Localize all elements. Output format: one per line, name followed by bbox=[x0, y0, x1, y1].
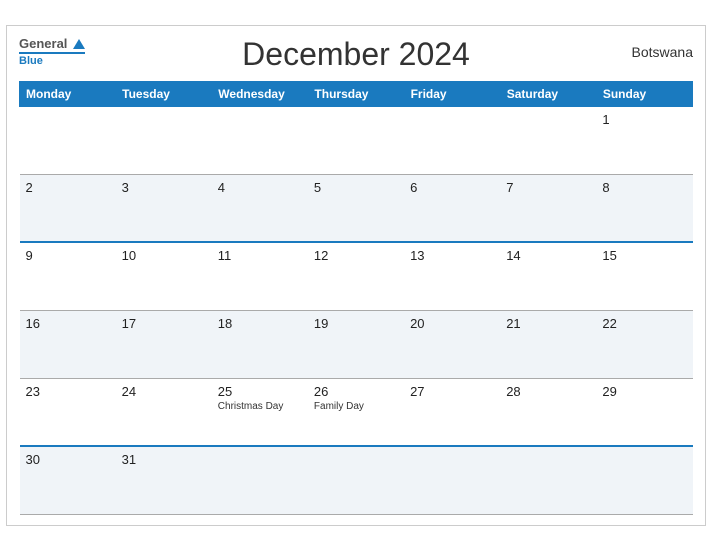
calendar-cell: 21 bbox=[500, 310, 596, 378]
day-number: 14 bbox=[506, 248, 590, 263]
calendar-cell: 3 bbox=[116, 174, 212, 242]
calendar-cell: 22 bbox=[596, 310, 692, 378]
calendar-row-0: 1 bbox=[20, 106, 693, 174]
event-label: Christmas Day bbox=[218, 401, 302, 412]
day-number: 30 bbox=[26, 452, 110, 467]
calendar-cell: 16 bbox=[20, 310, 116, 378]
day-number: 27 bbox=[410, 384, 494, 399]
calendar-cell: 23 bbox=[20, 378, 116, 446]
day-number: 31 bbox=[122, 452, 206, 467]
day-number: 15 bbox=[602, 248, 686, 263]
day-number: 26 bbox=[314, 384, 398, 399]
day-number: 18 bbox=[218, 316, 302, 331]
logo-blue-text: Blue bbox=[19, 52, 85, 68]
day-number: 7 bbox=[506, 180, 590, 195]
calendar-cell: 2 bbox=[20, 174, 116, 242]
day-number: 21 bbox=[506, 316, 590, 331]
calendar-cell: 15 bbox=[596, 242, 692, 310]
calendar-cell: 31 bbox=[116, 446, 212, 514]
day-number: 12 bbox=[314, 248, 398, 263]
calendar-cell bbox=[212, 446, 308, 514]
calendar-cell: 8 bbox=[596, 174, 692, 242]
day-number: 2 bbox=[26, 180, 110, 195]
day-number: 13 bbox=[410, 248, 494, 263]
calendar-body: 1234567891011121314151617181920212223242… bbox=[20, 106, 693, 514]
calendar-cell bbox=[116, 106, 212, 174]
day-number: 17 bbox=[122, 316, 206, 331]
calendar-cell: 1 bbox=[596, 106, 692, 174]
calendar-row-1: 2345678 bbox=[20, 174, 693, 242]
header-sunday: Sunday bbox=[596, 81, 692, 106]
calendar-cell: 26 Family Day bbox=[308, 378, 404, 446]
calendar-cell bbox=[308, 106, 404, 174]
day-number: 3 bbox=[122, 180, 206, 195]
country-label: Botswana bbox=[632, 44, 693, 60]
calendar-cell bbox=[20, 106, 116, 174]
calendar-cell: 14 bbox=[500, 242, 596, 310]
calendar-cell: 28 bbox=[500, 378, 596, 446]
day-number: 16 bbox=[26, 316, 110, 331]
day-number: 8 bbox=[602, 180, 686, 195]
calendar-cell: 12 bbox=[308, 242, 404, 310]
day-number: 10 bbox=[122, 248, 206, 263]
calendar-cell: 25 Christmas Day bbox=[212, 378, 308, 446]
day-number: 29 bbox=[602, 384, 686, 399]
day-number: 23 bbox=[26, 384, 110, 399]
calendar-cell: 9 bbox=[20, 242, 116, 310]
header-monday: Monday bbox=[20, 81, 116, 106]
calendar-row-2: 9 10 11 12 13 14 15 bbox=[20, 242, 693, 310]
day-number: 22 bbox=[602, 316, 686, 331]
calendar-cell: 10 bbox=[116, 242, 212, 310]
calendar-cell bbox=[596, 446, 692, 514]
calendar-cell: 19 bbox=[308, 310, 404, 378]
calendar-header: General Blue December 2024 Botswana bbox=[19, 36, 693, 73]
month-title: December 2024 bbox=[242, 36, 470, 73]
header-saturday: Saturday bbox=[500, 81, 596, 106]
day-number: 25 bbox=[218, 384, 302, 399]
calendar-cell: 24 bbox=[116, 378, 212, 446]
day-number: 20 bbox=[410, 316, 494, 331]
day-number: 11 bbox=[218, 248, 302, 263]
calendar-cell: 30 bbox=[20, 446, 116, 514]
day-number: 9 bbox=[26, 248, 110, 263]
day-number: 5 bbox=[314, 180, 398, 195]
calendar-cell: 7 bbox=[500, 174, 596, 242]
calendar-cell bbox=[308, 446, 404, 514]
calendar-cell: 27 bbox=[404, 378, 500, 446]
header-tuesday: Tuesday bbox=[116, 81, 212, 106]
calendar-cell: 13 bbox=[404, 242, 500, 310]
calendar-cell bbox=[404, 446, 500, 514]
calendar-table: Monday Tuesday Wednesday Thursday Friday… bbox=[19, 81, 693, 515]
calendar-row-4: 23 24 25 Christmas Day 26 Family Day 27 28 29 bbox=[20, 378, 693, 446]
event-label: Family Day bbox=[314, 401, 398, 412]
calendar-cell bbox=[500, 446, 596, 514]
calendar-cell bbox=[212, 106, 308, 174]
calendar-row-5: 30 31 bbox=[20, 446, 693, 514]
day-number: 28 bbox=[506, 384, 590, 399]
header-thursday: Thursday bbox=[308, 81, 404, 106]
calendar-cell: 6 bbox=[404, 174, 500, 242]
day-number: 6 bbox=[410, 180, 494, 195]
calendar-cell: 29 bbox=[596, 378, 692, 446]
header-wednesday: Wednesday bbox=[212, 81, 308, 106]
calendar-cell: 17 bbox=[116, 310, 212, 378]
calendar-cell: 4 bbox=[212, 174, 308, 242]
weekday-header-row: Monday Tuesday Wednesday Thursday Friday… bbox=[20, 81, 693, 106]
calendar-cell: 18 bbox=[212, 310, 308, 378]
day-number: 24 bbox=[122, 384, 206, 399]
logo-triangle-icon bbox=[73, 39, 85, 49]
logo-general-text: General bbox=[19, 36, 67, 51]
day-number: 4 bbox=[218, 180, 302, 195]
logo: General Blue bbox=[19, 36, 85, 69]
calendar-cell: 5 bbox=[308, 174, 404, 242]
calendar: General Blue December 2024 Botswana Mond… bbox=[6, 25, 706, 526]
calendar-cell bbox=[404, 106, 500, 174]
calendar-cell: 11 bbox=[212, 242, 308, 310]
calendar-cell: 20 bbox=[404, 310, 500, 378]
calendar-row-3: 16 17 18 19 20 21 22 bbox=[20, 310, 693, 378]
day-number: 19 bbox=[314, 316, 398, 331]
header-friday: Friday bbox=[404, 81, 500, 106]
calendar-cell bbox=[500, 106, 596, 174]
day-number: 1 bbox=[602, 112, 686, 127]
